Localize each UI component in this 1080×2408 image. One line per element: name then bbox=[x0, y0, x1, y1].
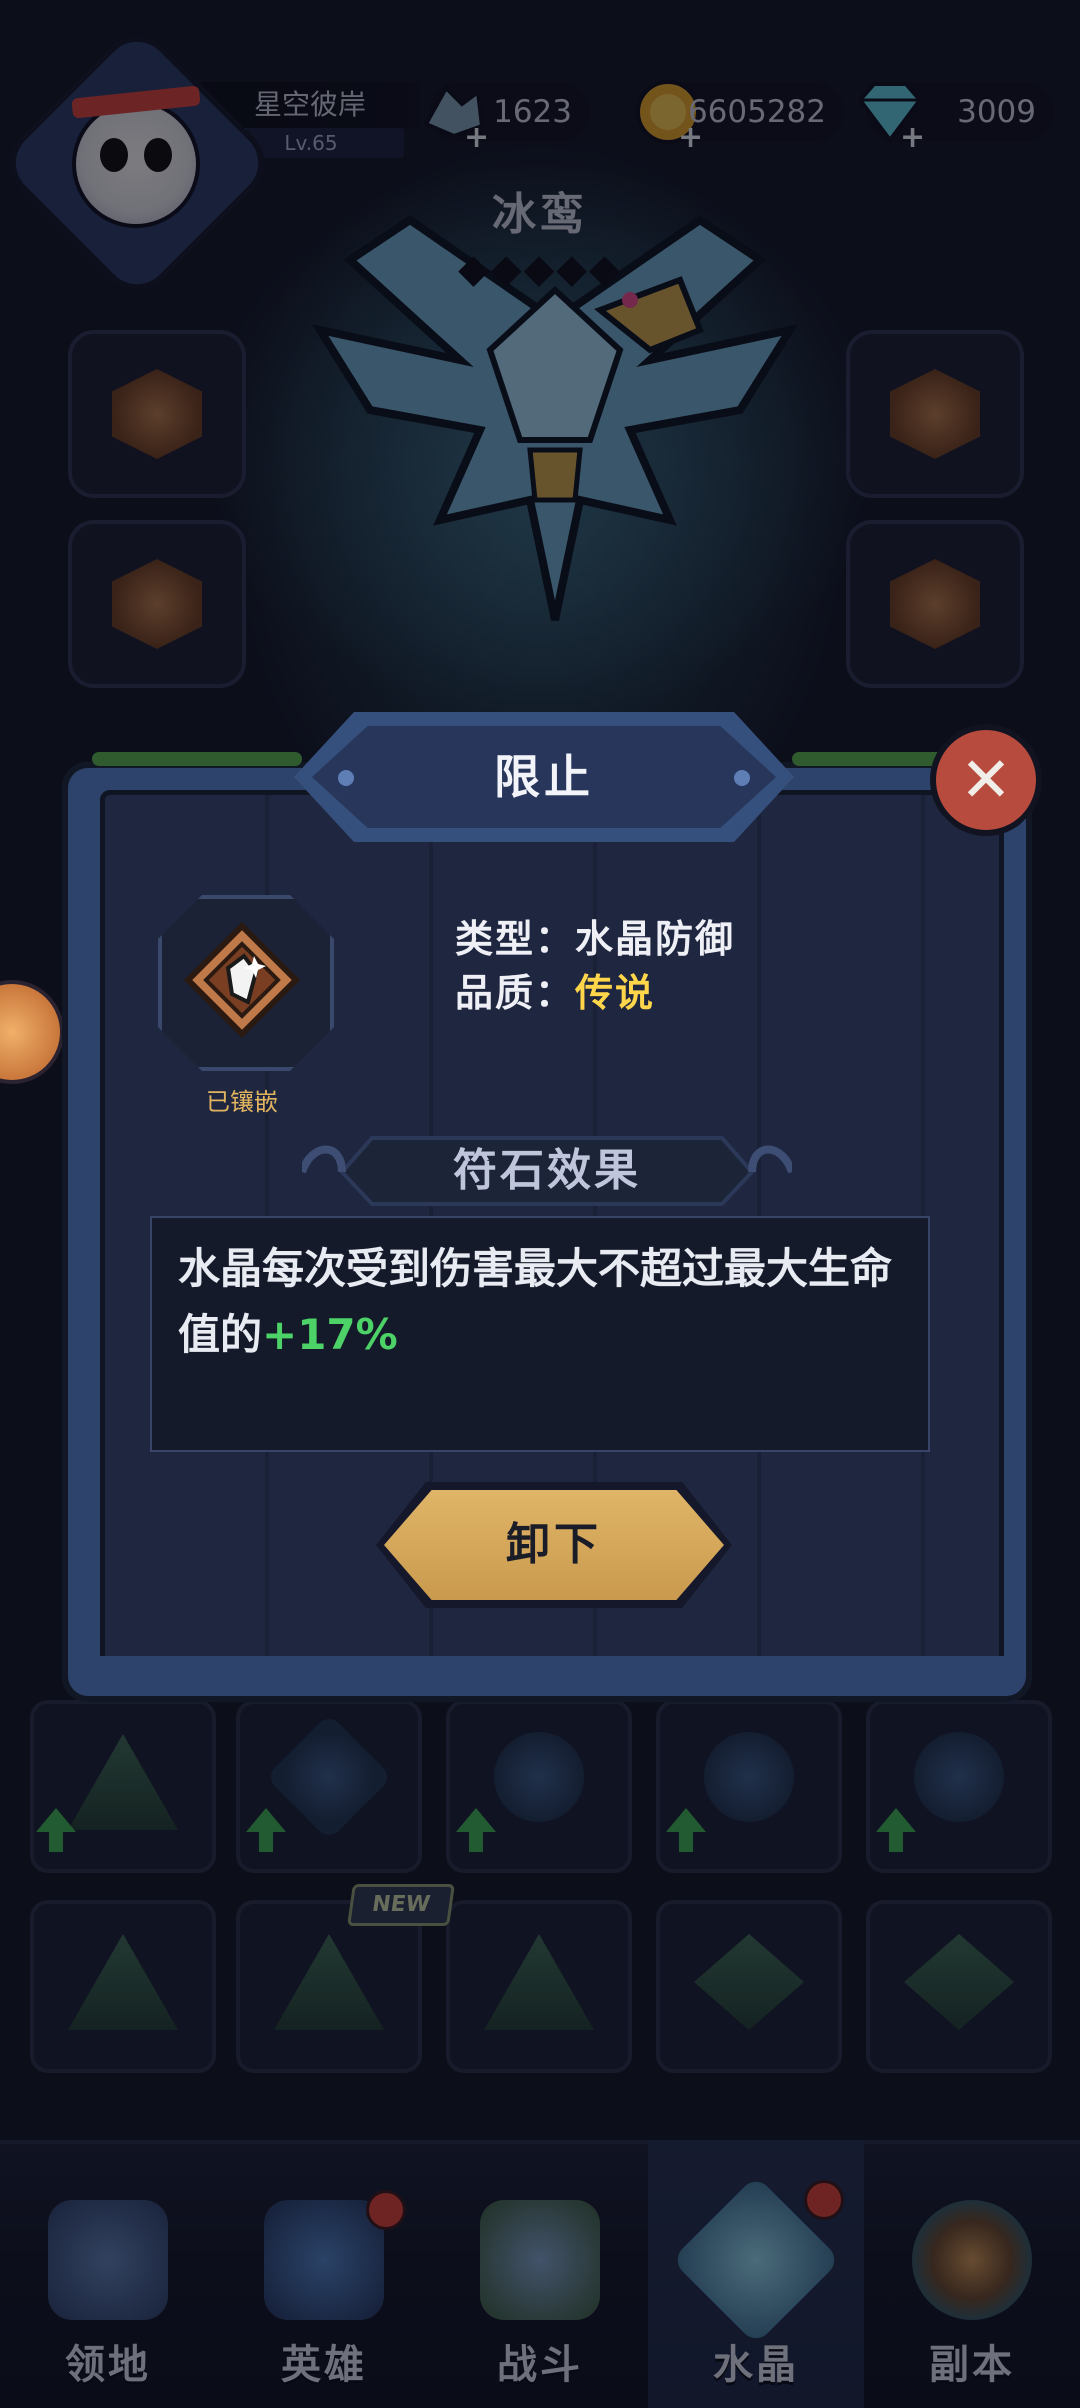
modal-bottom-plate bbox=[88, 1656, 1006, 1696]
rune-type-label: 类型： bbox=[455, 917, 576, 961]
inlaid-status-label: 已镶嵌 bbox=[206, 1088, 278, 1116]
rune-effect-title: 符石效果 bbox=[453, 1145, 641, 1196]
rune-quality-label: 品质： bbox=[455, 971, 576, 1015]
rune-quality-line: 品质：传说 bbox=[455, 962, 655, 1017]
rune-detail-modal: 限止 ✕ 已镶嵌 类型：水晶防御 品质：传说 符石效果 水晶每次受到伤害最大不超… bbox=[62, 712, 1042, 1702]
rune-name-title: 限止 bbox=[494, 750, 594, 804]
rune-effect-description: 水晶每次受到伤害最大不超过最大生命值的+17% bbox=[178, 1236, 908, 1368]
rune-type-value: 水晶防御 bbox=[575, 917, 736, 961]
unequip-button-label: 卸下 bbox=[506, 1519, 602, 1570]
close-icon: ✕ bbox=[960, 743, 1012, 816]
rune-quality-value: 传说 bbox=[575, 971, 656, 1015]
rune-effect-section: 符石效果 bbox=[302, 1132, 792, 1210]
unequip-button[interactable]: 卸下 bbox=[376, 1482, 732, 1608]
crystal-defense-rune-icon bbox=[184, 922, 300, 1038]
rune-effect-value: +17% bbox=[262, 1310, 398, 1359]
rune-type-line: 类型：水晶防御 bbox=[455, 908, 735, 963]
rune-effect-box: 水晶每次受到伤害最大不超过最大生命值的+17% bbox=[150, 1216, 930, 1452]
vine-decoration bbox=[92, 752, 302, 766]
